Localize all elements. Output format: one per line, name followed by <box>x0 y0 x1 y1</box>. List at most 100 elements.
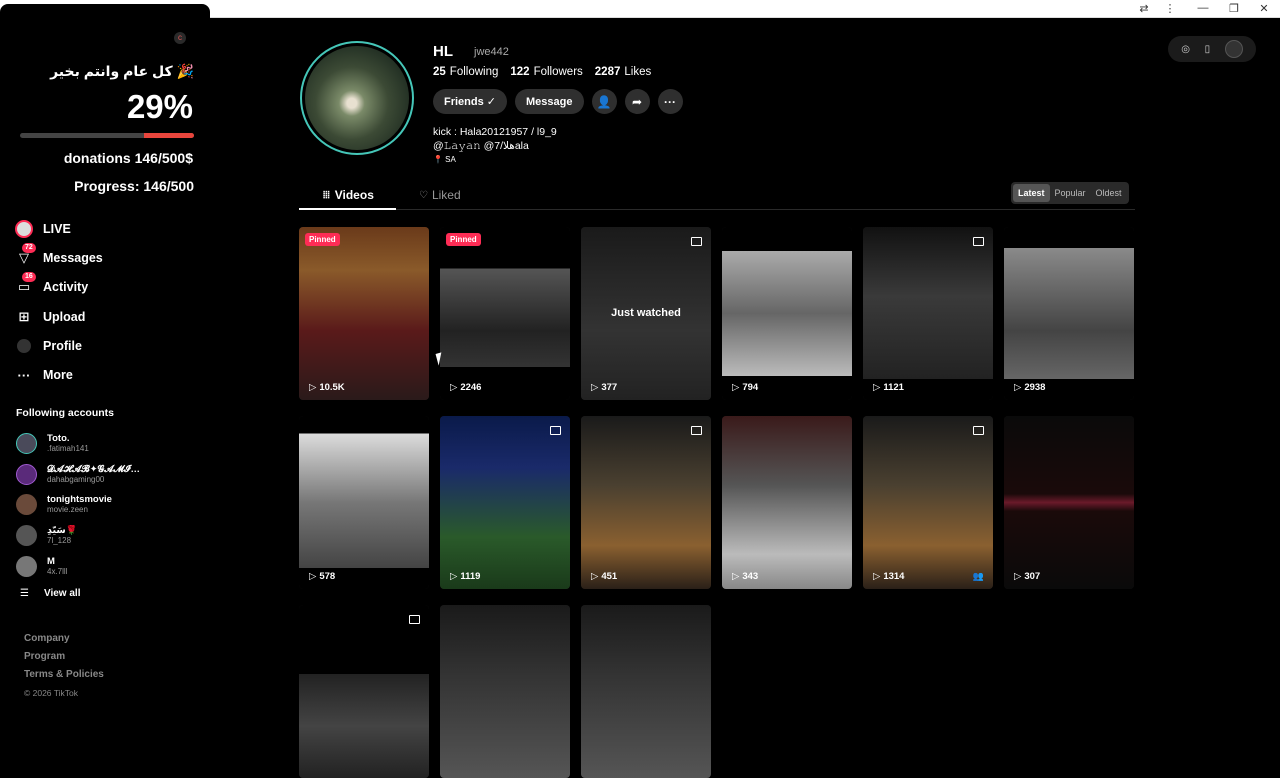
close-icon[interactable]: ✕ <box>1256 2 1272 15</box>
tab-underline <box>299 208 396 210</box>
video-card[interactable]: ▷ 1119 <box>440 416 570 589</box>
view-count-value: 794 <box>742 382 759 393</box>
video-thumbnail <box>863 227 993 400</box>
video-card[interactable]: ▷ 1121 <box>863 227 993 400</box>
overlay-donations: donations 146/500$ <box>63 150 193 166</box>
photo-carousel-icon <box>550 426 561 435</box>
following-account[interactable]: M 4x.7lll <box>16 551 206 582</box>
footer-terms-link[interactable]: Terms & Policies <box>24 666 104 684</box>
play-icon: ▷ <box>309 382 317 393</box>
sort-toggle: Latest Popular Oldest <box>1011 182 1129 204</box>
video-card[interactable]: ▷ 1314 👥 <box>863 416 993 589</box>
video-thumbnail <box>440 227 570 400</box>
following-account[interactable]: 𝓓𝓐𝓗𝓐𝓑✦𝓖𝓐𝓜𝓘… dahabgaming00 <box>16 459 206 490</box>
more-icon: ··· <box>17 367 31 383</box>
following-account[interactable]: tonightsmovie movie.zeen <box>16 489 206 520</box>
activity-badge: 16 <box>22 272 36 283</box>
video-thumbnail <box>299 605 429 778</box>
share-icon[interactable]: ➦ <box>624 89 650 114</box>
account-name: M <box>47 555 55 567</box>
more-options-icon[interactable]: ··· <box>657 89 683 114</box>
sidebar-footer: Company Program Terms & Policies © 2026 … <box>24 630 104 702</box>
tab-liked[interactable]: ♡ Liked <box>419 188 461 202</box>
sidebar-item-profile[interactable]: Profile <box>14 331 204 360</box>
minimize-icon[interactable]: — <box>1195 2 1211 14</box>
kebab-menu-icon[interactable]: ⋮ <box>1162 2 1178 15</box>
followers-stat[interactable]: 122 Followers <box>510 66 582 78</box>
video-card[interactable]: Just watched ▷ 377 <box>581 227 711 400</box>
overlay-progress-fill <box>143 133 194 138</box>
video-card[interactable]: ▷ 2938 <box>1004 227 1134 400</box>
account-name: Toto. <box>47 432 70 444</box>
photo-carousel-icon <box>973 426 984 435</box>
view-count-value: 2246 <box>460 382 482 393</box>
photo-carousel-icon <box>409 615 420 624</box>
overlay-progress-bar <box>20 133 194 138</box>
sidebar-item-label: Profile <box>43 338 82 353</box>
video-card[interactable]: ▷ 451 <box>581 416 711 589</box>
sidebar-item-messages[interactable]: ▽ 72 Messages <box>14 242 204 272</box>
tab-videos[interactable]: ⦙⦙⦙ Videos <box>323 188 374 202</box>
sort-popular-button[interactable]: Popular <box>1050 184 1091 202</box>
coins-icon[interactable]: ◎ <box>1181 44 1190 55</box>
sidebar-item-label: Activity <box>43 280 89 295</box>
footer-program-link[interactable]: Program <box>24 648 104 666</box>
video-thumbnail <box>1004 227 1134 400</box>
account-username: movie.zeen <box>47 505 88 515</box>
video-thumbnail <box>299 227 429 400</box>
bio-line: kick : Hala20121957 / l9_9 <box>433 126 557 138</box>
following-stat[interactable]: 25 Following <box>433 66 498 78</box>
video-card[interactable] <box>440 605 570 778</box>
view-count: ▷ 1121 <box>873 382 904 393</box>
avatar <box>16 555 37 577</box>
followers-label: Followers <box>533 66 583 78</box>
user-avatar-icon[interactable] <box>1224 40 1243 58</box>
restore-icon[interactable]: ❐ <box>1226 2 1242 15</box>
top-right-controls: ◎ ▯ <box>1168 36 1256 62</box>
sidebar-item-activity[interactable]: ▭ 16 Activity <box>14 272 204 302</box>
footer-company-link[interactable]: Company <box>24 630 104 648</box>
play-icon: ▷ <box>873 571 881 582</box>
sort-latest-button[interactable]: Latest <box>1013 184 1050 202</box>
following-accounts-list: Toto. .fatimah141 𝓓𝓐𝓗𝓐𝓑✦𝓖𝓐𝓜𝓘… dahabgaming0… <box>16 428 206 581</box>
video-card[interactable]: Pinned ▷ 2246 <box>440 227 570 400</box>
video-card[interactable]: ▷ 343 <box>722 416 852 589</box>
donation-overlay: c كل عام وانتم بخير 🎉 29% donations 146/… <box>0 4 210 206</box>
following-account[interactable]: سَيّدِ🌹 7l_128 <box>16 520 206 551</box>
video-card[interactable]: ▷ 578 <box>299 416 429 589</box>
view-count: ▷ 1119 <box>450 571 480 582</box>
video-thumbnail <box>581 416 711 589</box>
followers-count: 122 <box>510 66 530 78</box>
add-friend-icon[interactable]: 👤 <box>591 89 617 114</box>
profile-avatar[interactable] <box>300 41 414 155</box>
video-card[interactable]: Pinned ▷ 10.5K <box>299 227 429 400</box>
avatar <box>16 432 37 454</box>
sidebar-item-more[interactable]: ··· More <box>14 360 204 389</box>
profile-icon <box>14 336 34 356</box>
translate-icon[interactable]: ⇄ <box>1136 2 1152 15</box>
sidebar-item-upload[interactable]: ⊞ Upload <box>14 302 204 331</box>
view-all-button[interactable]: ☰ View all <box>20 588 80 599</box>
messages-badge: 72 <box>22 242 36 253</box>
messages-icon: ▽ 72 <box>14 242 36 268</box>
video-card[interactable] <box>581 605 711 778</box>
sort-oldest-button[interactable]: Oldest <box>1091 184 1127 202</box>
pinned-badge: Pinned <box>305 233 340 246</box>
view-count-value: 2938 <box>1024 382 1046 393</box>
profile-name: HL <box>433 43 453 60</box>
profile-username: jwe442 <box>474 46 509 58</box>
following-account[interactable]: Toto. .fatimah141 <box>16 428 206 459</box>
play-icon: ▷ <box>732 571 740 582</box>
play-icon: ▷ <box>1014 571 1022 582</box>
friends-button[interactable]: Friends ✓ <box>433 89 508 114</box>
video-card[interactable] <box>299 605 429 778</box>
video-card[interactable]: ▷ 307 <box>1004 416 1134 589</box>
message-button[interactable]: Message <box>515 89 584 114</box>
view-count: ▷ 2938 <box>1014 382 1045 393</box>
overlay-progress: Progress: 146/500 <box>74 178 194 194</box>
sidebar-item-label: Upload <box>43 309 86 324</box>
play-icon: ▷ <box>873 382 881 393</box>
video-card[interactable]: ▷ 794 <box>722 227 852 400</box>
sidebar-item-live[interactable]: LIVE <box>14 214 204 243</box>
mobile-icon[interactable]: ▯ <box>1205 44 1211 55</box>
